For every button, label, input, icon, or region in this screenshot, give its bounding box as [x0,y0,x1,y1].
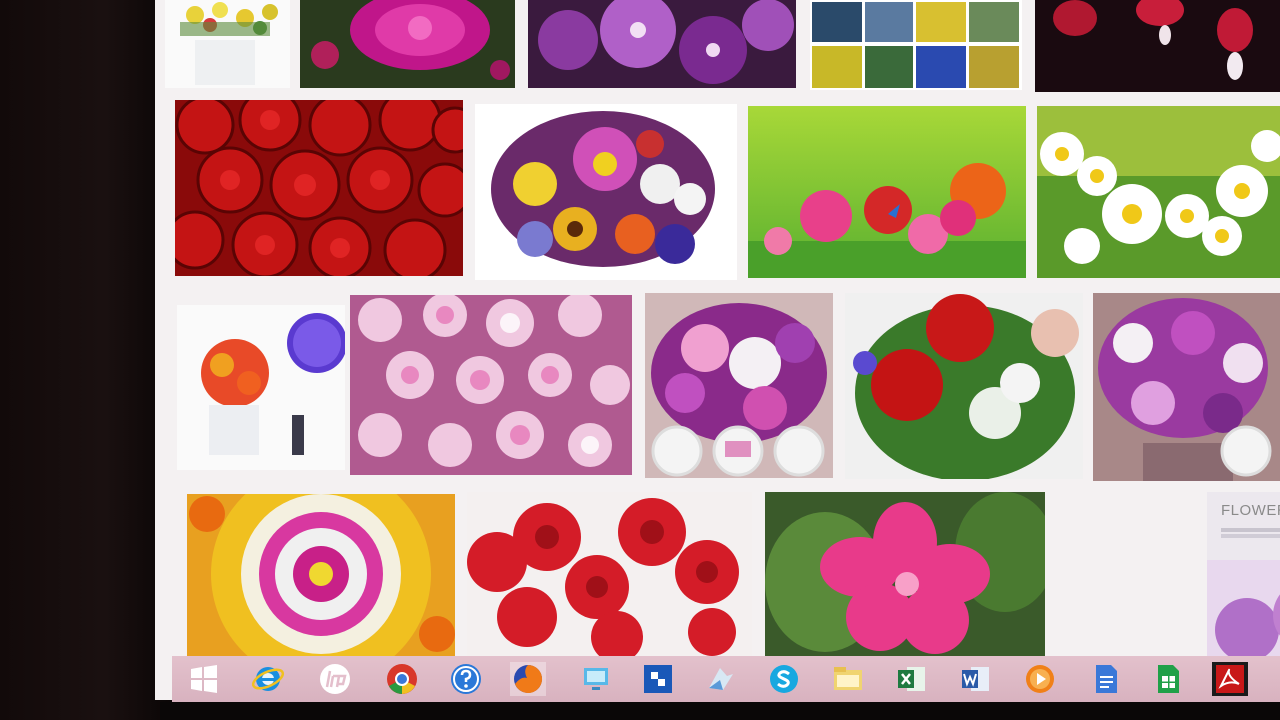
image-result-tulip-vase[interactable] [165,0,290,88]
internet-explorer-icon[interactable] [250,662,286,696]
image-thumbnail [748,106,1026,278]
image-result-red-roses[interactable] [175,100,463,276]
image-thumbnail [810,0,1022,90]
help-icon[interactable] [448,662,484,696]
image-result-flower-bouquet[interactable] [475,104,737,280]
image-thumbnail [187,494,455,656]
image-result-pink-hibiscus[interactable] [765,492,1045,657]
media-player-icon[interactable] [1022,662,1058,696]
hp-icon[interactable] [317,662,353,696]
image-result-lily-arrangement[interactable] [645,293,833,478]
image-result-daisies[interactable] [1037,106,1280,278]
image-result-gerbera-meadow[interactable] [748,106,1026,278]
remote-desktop-icon[interactable] [578,662,614,696]
image-result-bleeding-heart[interactable] [1035,0,1280,92]
image-result-flower-collage[interactable] [810,0,1022,90]
image-result-flower-rangoli[interactable] [187,494,455,656]
acrobat-icon[interactable] [1212,662,1248,696]
image-thumbnail [528,0,796,88]
promo-card-subtitle-blur [1221,528,1280,538]
firefox-icon[interactable] [510,662,546,696]
google-docs-icon[interactable] [1088,662,1124,696]
image-results-page: FLOWERS BY POST › [155,0,1280,700]
image-thumbnail [350,295,632,475]
flowers-by-post-card[interactable]: FLOWERS BY POST › [1207,492,1280,657]
image-result-magenta-dahlia[interactable] [300,0,515,88]
image-result-rose-bouquet[interactable] [845,293,1083,479]
image-thumbnail [175,100,463,276]
file-explorer-icon[interactable] [830,662,866,696]
image-result-birthday-flowers[interactable] [177,305,345,470]
chrome-icon[interactable] [384,662,420,696]
monitor-bezel-bottom [160,702,1280,720]
windows-taskbar [172,656,1280,702]
image-thumbnail [165,0,290,88]
image-thumbnail [645,293,833,478]
excel-icon[interactable] [894,662,930,696]
app-bird-icon[interactable] [702,662,738,696]
app-blue-icon[interactable] [640,662,676,696]
image-result-purple-flowers[interactable] [528,0,796,88]
windows-start-icon[interactable] [186,662,222,696]
image-result-purple-bouquet[interactable] [1093,293,1280,481]
image-thumbnail [300,0,515,88]
google-sheets-icon[interactable] [1150,662,1186,696]
monitor-bezel [0,0,175,720]
skype-icon[interactable] [766,662,802,696]
image-thumbnail [1037,106,1280,278]
promo-card-image [1207,560,1280,657]
image-thumbnail [845,293,1083,479]
image-thumbnail [765,492,1045,657]
image-result-peonies[interactable] [350,295,632,475]
image-thumbnail [467,492,752,656]
promo-card-title: FLOWERS BY POST [1221,502,1280,519]
image-thumbnail [1035,0,1280,92]
image-thumbnail [475,104,737,280]
image-thumbnail [177,305,345,470]
image-thumbnail [1093,293,1280,481]
word-icon[interactable] [958,662,994,696]
image-result-red-roses-bunch[interactable] [467,492,752,656]
